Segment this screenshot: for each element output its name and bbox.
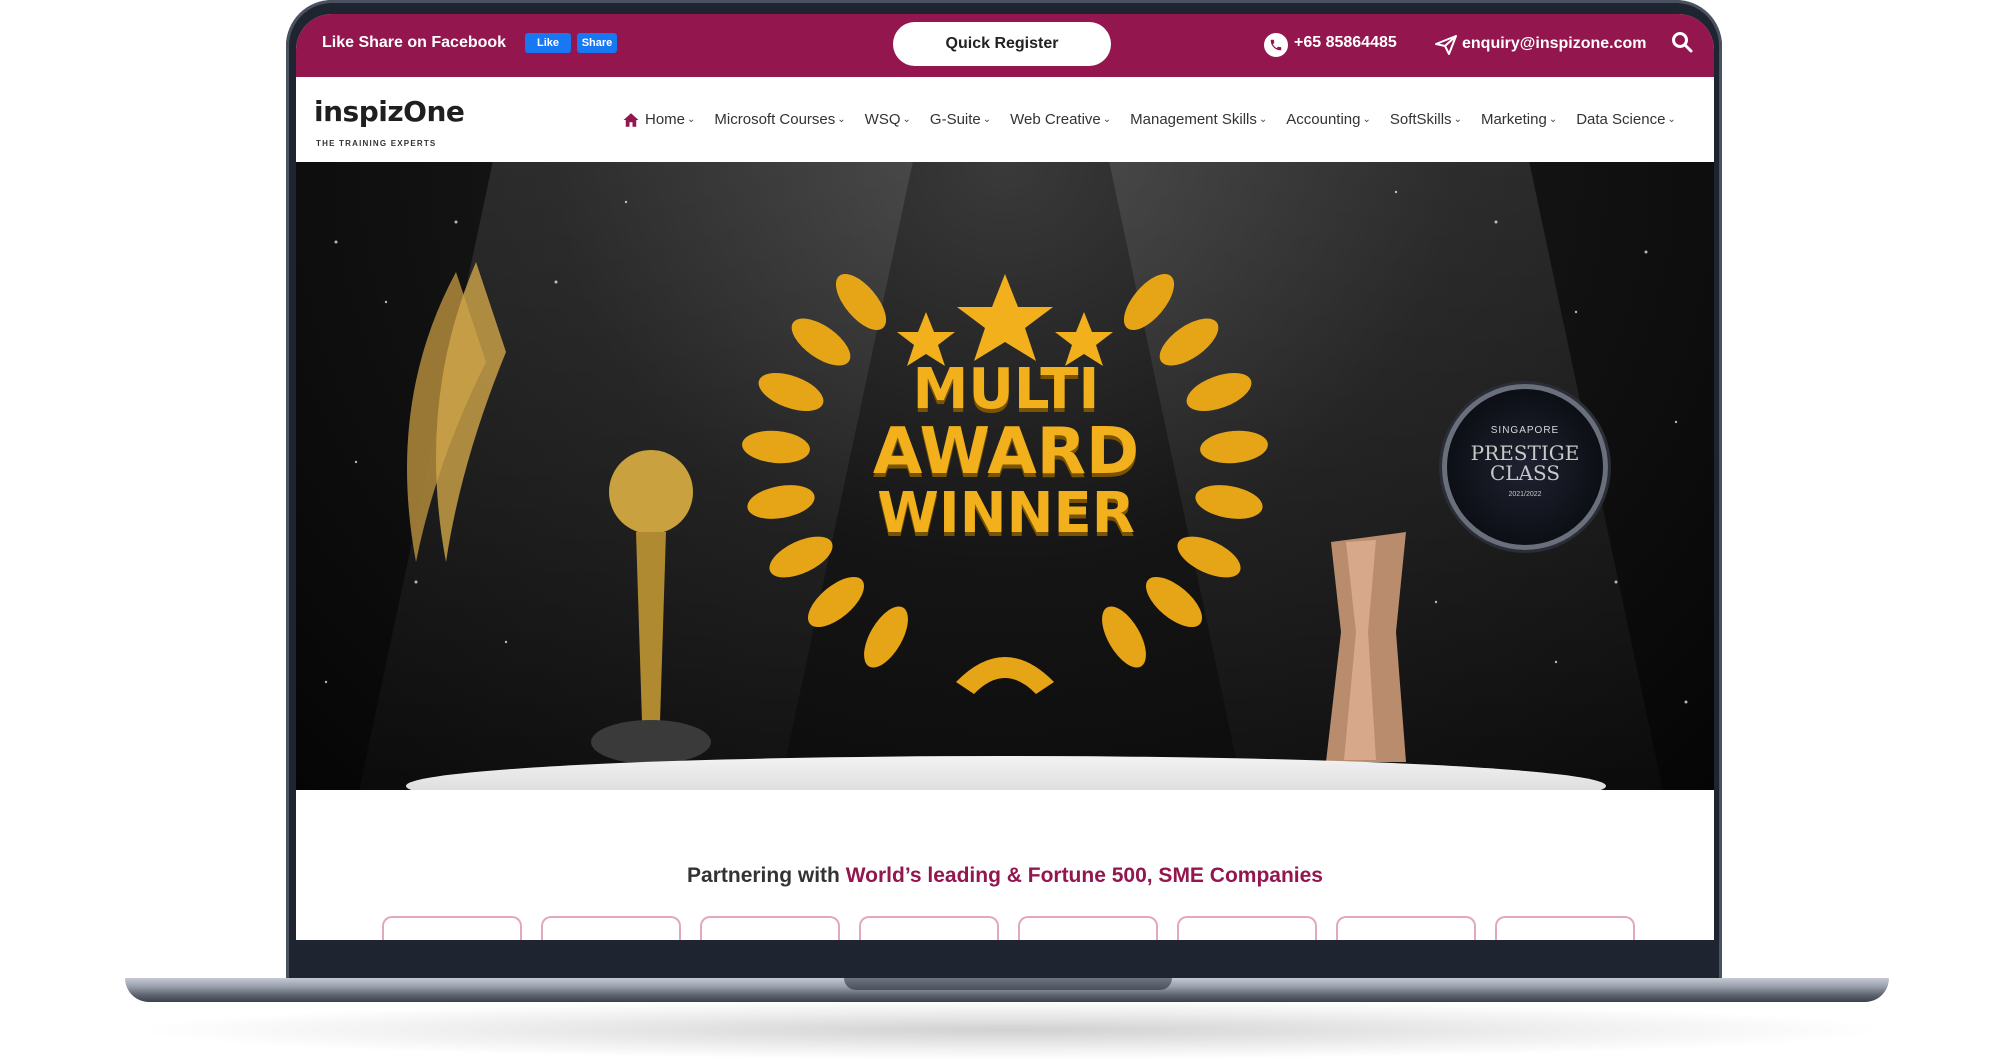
partners-title: Partnering with World’s leading & Fortun… [296,864,1714,888]
facebook-text: Like Share on Facebook [322,34,507,51]
partner-card[interactable] [1018,916,1158,940]
partners-section: Partnering with World’s leading & Fortun… [296,790,1714,940]
nav-label: SoftSkills [1389,111,1452,128]
nav-label: Web Creative [1010,111,1101,128]
partner-card[interactable] [382,916,522,940]
chevron-down-icon: ⌄ [1667,114,1676,125]
partner-card[interactable] [1177,916,1317,940]
chevron-down-icon: ⌄ [982,114,992,125]
chevron-down-icon: ⌄ [1362,114,1371,125]
facebook-share-button[interactable]: Share [577,33,617,53]
nav-menu: Home ⌄ Microsoft Courses ⌄ WSQ ⌄ G-Suite ⌄ W… [622,77,1695,162]
partner-card[interactable] [1495,916,1635,940]
prestige-badge: SINGAPORE PRESTIGE CLASS 2021/2022 [1442,384,1608,550]
partner-card[interactable] [541,916,681,940]
nav-label: Accounting [1286,111,1361,128]
nav-label: Management Skills [1130,111,1257,128]
partner-card[interactable] [859,916,999,940]
nav-label: Data Science [1576,111,1666,128]
nav-label: WSQ [864,111,901,128]
chevron-down-icon: ⌄ [1102,114,1112,125]
trophy-left [407,262,711,764]
chevron-down-icon: ⌄ [687,114,696,125]
laptop-shadow [125,1000,1895,1060]
logo-tagline: THE TRAINING EXPERTS [316,139,437,148]
nav-item-g-suite[interactable]: G-Suite ⌄ [930,111,991,128]
nav-item-wsq[interactable]: WSQ ⌄ [865,111,911,128]
award-line-1: MULTI [912,357,1100,422]
partner-logo-cards [382,916,1635,940]
nav-label: Home [645,111,686,128]
partners-title-prefix: Partnering with [687,864,846,887]
nav-item-microsoft-courses[interactable]: Microsoft Courses ⌄ [714,111,845,128]
logo-wordmark: inspizOne [314,95,465,128]
chevron-down-icon: ⌄ [837,114,846,125]
send-icon [1435,35,1457,55]
phone-icon [1264,33,1288,57]
nav-label: Microsoft Courses [714,111,836,128]
award-stars [897,274,1113,366]
chevron-down-icon: ⌄ [1258,114,1268,125]
nav-item-web-creative[interactable]: Web Creative ⌄ [1010,111,1111,128]
quick-register-button[interactable]: Quick Register [893,22,1111,66]
laptop-base-notch [844,978,1172,990]
inspizone-logo[interactable]: inspizOne THE TRAINING EXPERTS [314,87,465,155]
nav-item-softskills[interactable]: SoftSkills ⌄ [1390,111,1462,128]
trophy-right [1326,532,1406,762]
award-headline: MULTI AWARD WINNER [726,362,1286,542]
nav-item-management-skills[interactable]: Management Skills ⌄ [1130,111,1267,128]
main-navbar: inspizOne THE TRAINING EXPERTS Home ⌄ Mic… [296,77,1714,163]
home-icon [623,112,639,127]
badge-title-line-2: CLASS [1489,461,1561,485]
laptop-screen: Like Share on Facebook Like Share Quick … [296,14,1714,940]
nav-item-accounting[interactable]: Accounting ⌄ [1286,111,1371,128]
nav-label: Marketing [1480,111,1547,128]
award-line-3: WINNER [877,481,1135,546]
nav-label: G-Suite [929,111,981,128]
badge-country: SINGAPORE [1490,425,1560,436]
badge-title: PRESTIGE CLASS [1447,443,1603,483]
award-line-2: AWARD [872,415,1140,489]
chevron-down-icon: ⌄ [1548,114,1558,125]
badge-year: 2021/2022 [1508,491,1542,498]
phone-number[interactable]: +65 85864485 [1294,34,1397,52]
nav-item-data-science[interactable]: Data Science ⌄ [1576,111,1676,128]
email-link[interactable]: enquiry@inspizone.com [1462,35,1647,53]
partner-card[interactable] [1336,916,1476,940]
hero-banner[interactable]: MULTI AWARD WINNER SINGAPORE PRESTIGE CL… [296,162,1714,790]
facebook-like-button[interactable]: Like [525,33,571,53]
partner-card[interactable] [700,916,840,940]
chevron-down-icon: ⌄ [902,114,911,125]
nav-item-home[interactable]: Home ⌄ [622,111,695,129]
search-icon[interactable] [1670,30,1694,54]
partners-title-highlight: World’s leading & Fortune 500, SME Compa… [845,864,1323,887]
nav-item-marketing[interactable]: Marketing ⌄ [1481,111,1557,128]
chevron-down-icon: ⌄ [1453,114,1462,125]
top-bar: Like Share on Facebook Like Share Quick … [296,14,1714,77]
